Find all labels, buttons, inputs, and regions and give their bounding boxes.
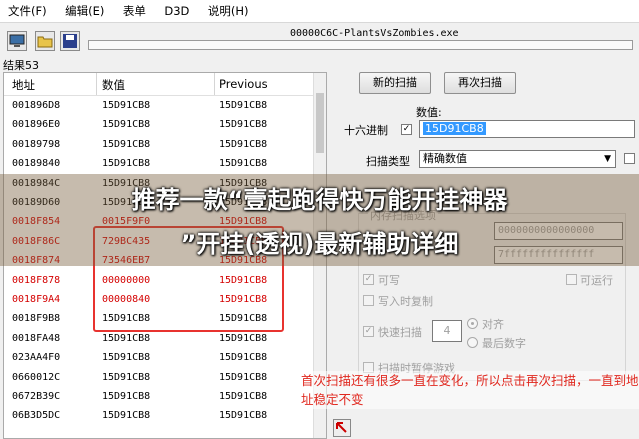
- save-icon[interactable]: [60, 31, 80, 51]
- column-previous[interactable]: Previous: [219, 77, 268, 91]
- extra-checkbox[interactable]: [624, 153, 635, 164]
- next-scan-button[interactable]: 再次扫描: [444, 72, 516, 94]
- scan-type-select[interactable]: 精确数值 ▼: [419, 150, 616, 168]
- table-row[interactable]: 00189840 15D91CB8 15D91CB8: [4, 155, 316, 174]
- cell-previous: 15D91CB8: [219, 371, 268, 383]
- cell-address: 001896E0: [12, 119, 61, 131]
- cell-address: 0660012C: [12, 371, 61, 383]
- cell-value: 15D91CB8: [102, 158, 151, 170]
- promo-banner: 推荐一款“壹起跑得快万能开挂神器 ”开挂(透视)最新辅助详细: [0, 174, 639, 266]
- last-digits-radio[interactable]: [467, 337, 478, 348]
- scan-progress-bar: [88, 40, 633, 50]
- cell-address: 00189840: [12, 158, 61, 170]
- value-input[interactable]: 15D91CB8: [419, 120, 635, 138]
- hex-label: 十六进制: [344, 124, 388, 137]
- cell-previous: 15D91CB8: [219, 119, 268, 131]
- align-radio[interactable]: [467, 318, 478, 329]
- process-title: 00000C6C-PlantsVsZombies.exe: [290, 28, 459, 39]
- pointer-icon[interactable]: [333, 419, 351, 437]
- menu-file[interactable]: 文件(F): [0, 0, 54, 19]
- table-row[interactable]: 001896D8 15D91CB8 15D91CB8: [4, 97, 316, 116]
- fast-scan-checkbox[interactable]: ✓: [363, 326, 374, 337]
- table-row[interactable]: 06B3D5DC 15D91CB8 15D91CB8: [4, 407, 316, 426]
- scan-type-label: 扫描类型: [366, 155, 410, 168]
- copy-on-write-checkbox[interactable]: [363, 295, 374, 306]
- cell-value: 15D91CB8: [102, 371, 151, 383]
- cell-previous: 15D91CB8: [219, 391, 268, 402]
- menu-edit[interactable]: 编辑(E): [57, 0, 111, 19]
- annotation-note: 首次扫描还有很多一直在变化，所以点击再次扫描，一直到地址稳定不变: [301, 371, 639, 409]
- cell-address: 0018F9A4: [12, 294, 61, 305]
- cell-value: 15D91CB8: [102, 352, 151, 364]
- table-row[interactable]: 00189798 15D91CB8 15D91CB8: [4, 136, 316, 155]
- cell-previous: 15D91CB8: [219, 158, 268, 170]
- cell-address: 0672B39C: [12, 391, 61, 402]
- copy-on-write-label: 写入时复制: [378, 295, 433, 308]
- cell-value: 15D91CB8: [102, 138, 151, 150]
- fast-scan-label: 快速扫描: [378, 326, 422, 339]
- table-row[interactable]: 0672B39C 15D91CB8 15D91CB8: [4, 388, 316, 407]
- cell-address: 023AA4F0: [12, 352, 61, 364]
- cell-previous: 15D91CB8: [219, 332, 268, 344]
- column-address[interactable]: 地址: [12, 77, 35, 93]
- last-digits-label: 最后数字: [482, 337, 526, 350]
- cell-value: 15D91CB8: [102, 119, 151, 131]
- hex-checkbox[interactable]: ✓: [401, 124, 412, 135]
- table-row[interactable]: 0660012C 15D91CB8 15D91CB8: [4, 369, 316, 388]
- table-row[interactable]: 023AA4F0 15D91CB8 15D91CB8: [4, 349, 316, 368]
- fast-scan-input[interactable]: 4: [432, 320, 462, 342]
- banner-line-1: 推荐一款“壹起跑得快万能开挂神器: [131, 186, 508, 214]
- cell-previous: 15D91CB8: [219, 138, 268, 150]
- executable-label: 可运行: [580, 274, 613, 287]
- menu-d3d[interactable]: D3D: [156, 1, 196, 18]
- value-input-text: 15D91CB8: [423, 122, 486, 135]
- cell-address: 06B3D5DC: [12, 410, 61, 422]
- cell-previous: 15D91CB8: [219, 100, 268, 111]
- cell-address: 0018F878: [12, 274, 61, 286]
- menu-bar: 文件(F) 编辑(E) 表单 D3D 说明(H): [0, 0, 639, 23]
- cell-previous: 15D91CB8: [219, 410, 268, 422]
- menu-table[interactable]: 表单: [115, 0, 153, 19]
- chevron-down-icon: ▼: [604, 154, 611, 164]
- cell-value: 15D91CB8: [102, 332, 151, 344]
- cell-value: 15D91CB8: [102, 410, 151, 422]
- writable-checkbox[interactable]: ✓: [363, 274, 374, 285]
- writable-label: 可写: [378, 274, 400, 287]
- menu-help[interactable]: 说明(H): [200, 0, 256, 19]
- table-row[interactable]: 001896E0 15D91CB8 15D91CB8: [4, 116, 316, 135]
- cell-address: 001896D8: [12, 100, 61, 111]
- open-folder-icon[interactable]: [35, 31, 55, 51]
- cell-previous: 15D91CB8: [219, 352, 268, 364]
- new-scan-button[interactable]: 新的扫描: [359, 72, 431, 94]
- align-label: 对齐: [482, 318, 504, 331]
- column-value[interactable]: 数值: [102, 77, 125, 93]
- cell-address: 0018FA48: [12, 332, 61, 344]
- cell-address: 00189798: [12, 138, 61, 150]
- computer-icon[interactable]: [7, 31, 27, 51]
- cell-value: 15D91CB8: [102, 391, 151, 402]
- banner-line-2: ”开挂(透视)最新辅助详细: [180, 230, 459, 258]
- executable-checkbox[interactable]: [566, 274, 577, 285]
- cell-address: 0018F9B8: [12, 313, 61, 325]
- list-header: 地址 数值 Previous: [4, 73, 316, 96]
- table-row[interactable]: 0018FA48 15D91CB8 15D91CB8: [4, 330, 316, 349]
- result-count: 结果53: [3, 59, 39, 72]
- value-label: 数值:: [416, 106, 442, 119]
- scan-type-value: 精确数值: [423, 152, 467, 165]
- cell-value: 15D91CB8: [102, 100, 151, 111]
